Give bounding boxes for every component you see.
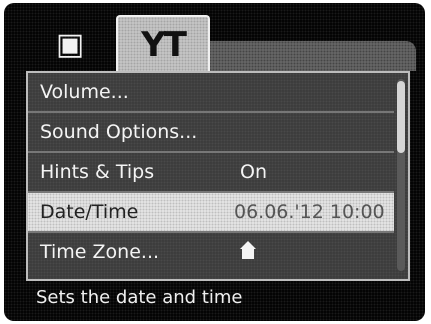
- settings-menu: Volume... Sound Options... Hints & Tips …: [26, 71, 410, 281]
- hint-text: Sets the date and time: [36, 287, 243, 308]
- tab-setup[interactable]: YT: [116, 15, 210, 73]
- menu-item-value: [240, 240, 256, 264]
- menu-item-volume[interactable]: Volume...: [28, 73, 394, 113]
- camera-lcd-screen: ▣ YT Volume... Sound Options... Hints & …: [4, 3, 425, 321]
- menu-item-label: Sound Options...: [40, 121, 198, 143]
- menu-item-sound-options[interactable]: Sound Options...: [28, 113, 394, 153]
- tab-strip-background: [206, 41, 416, 71]
- menu-tab-bar: ▣ YT: [20, 13, 416, 73]
- menu-item-value: 06.06.'12 10:00: [234, 201, 385, 223]
- menu-item-label: Date/Time: [40, 201, 139, 223]
- menu-item-date-time[interactable]: Date/Time 06.06.'12 10:00: [28, 193, 394, 233]
- menu-item-time-zone[interactable]: Time Zone...: [28, 233, 394, 271]
- camera-icon: ▣: [55, 27, 85, 62]
- tools-icon: YT: [141, 25, 187, 65]
- menu-item-label: Volume...: [40, 81, 129, 103]
- menu-item-hints-tips[interactable]: Hints & Tips On: [28, 153, 394, 193]
- menu-item-label: Time Zone...: [40, 241, 160, 263]
- tab-shooting[interactable]: ▣: [30, 23, 110, 67]
- scrollbar-thumb[interactable]: [397, 81, 405, 153]
- menu-scrollbar[interactable]: [397, 79, 405, 271]
- menu-item-label: Hints & Tips: [40, 161, 155, 183]
- home-icon: [240, 240, 256, 259]
- menu-item-value: On: [240, 161, 267, 183]
